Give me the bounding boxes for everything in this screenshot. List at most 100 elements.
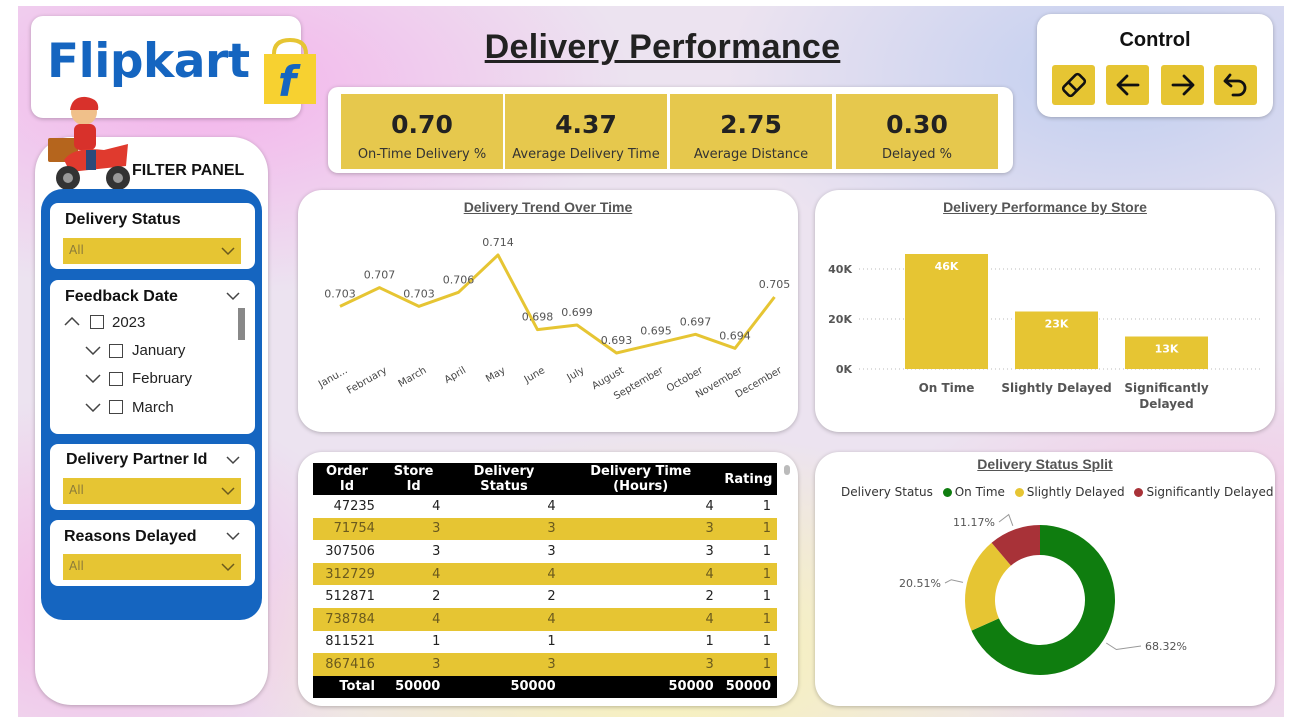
table-row[interactable]: 738784 4 4 4 1 xyxy=(313,607,777,631)
x-tick-label: February xyxy=(345,365,389,397)
reasons-delayed-filter: Reasons Delayed All xyxy=(50,520,255,586)
reset-button[interactable] xyxy=(1214,65,1257,105)
kpi-label: On-Time Delivery % xyxy=(357,147,487,162)
chevron-down-icon[interactable] xyxy=(85,345,101,355)
data-label: 0.707 xyxy=(364,269,396,282)
filter-label: Reasons Delayed xyxy=(64,528,197,545)
forward-button[interactable] xyxy=(1161,65,1204,105)
table-cell: 1 xyxy=(762,498,771,514)
kpi-label: Average Distance xyxy=(693,147,809,162)
table-cell: 4 xyxy=(561,562,720,586)
clear-filters-button[interactable] xyxy=(1052,65,1095,105)
page-title: Delivery Performance xyxy=(484,28,841,66)
table-scrollbar[interactable] xyxy=(784,465,790,475)
month-checkbox[interactable] xyxy=(109,372,123,386)
table-cell: 1 xyxy=(762,543,771,559)
bar-data-label: 23K xyxy=(1045,318,1069,331)
table-cell: 811521 xyxy=(325,634,375,650)
brand-logo-text: Flipkart xyxy=(47,34,250,89)
year-checkbox[interactable] xyxy=(90,315,104,329)
delivery-trend-card: Delivery Trend Over Time 0.703 0.707 0.703… xyxy=(298,190,798,432)
table-cell: 3 xyxy=(705,543,714,559)
total-cell: 50000 xyxy=(446,675,562,698)
table-cell: 3 xyxy=(446,517,562,541)
column-header[interactable]: Rating xyxy=(719,463,777,495)
delivery-status-dropdown[interactable]: All xyxy=(63,238,241,264)
delivery-status-filter: Delivery Status All xyxy=(50,203,255,269)
table-cell: 3 xyxy=(380,653,447,676)
donut-chart[interactable]: 68.32% 20.51% 11.17% xyxy=(815,452,1275,706)
month-checkbox[interactable] xyxy=(109,400,123,414)
shopping-bag-logo-icon: f xyxy=(264,37,316,106)
table-cell: 1 xyxy=(719,517,777,541)
table-cell: 4 xyxy=(446,562,562,586)
table-row[interactable]: 47235 4 4 4 1 xyxy=(313,495,777,518)
x-tick-label: June xyxy=(522,365,547,386)
table-cell: 2 xyxy=(547,589,556,605)
series-line xyxy=(339,253,776,355)
column-header[interactable]: Delivery Time (Hours) xyxy=(561,463,720,495)
store-performance-card: Delivery Performance by Store 0K 20K 40K 46… xyxy=(815,190,1275,432)
chevron-down-icon[interactable] xyxy=(226,291,240,301)
dropdown-value: All xyxy=(69,483,84,497)
bar-data-label: 13K xyxy=(1155,343,1179,356)
total-cell: 50000 xyxy=(719,675,777,698)
column-header[interactable]: Delivery Status xyxy=(446,463,562,495)
data-label: 0.698 xyxy=(522,311,554,324)
control-title: Control xyxy=(1119,29,1191,51)
kpi-card-avg-delivery-time: 4.37 Average Delivery Time xyxy=(505,94,667,169)
kpi-value: 0.30 xyxy=(886,110,948,139)
undo-icon xyxy=(1223,73,1246,97)
table-cell: 4 xyxy=(446,607,562,631)
table-cell: 1 xyxy=(719,607,777,631)
table-cell: 4 xyxy=(380,607,447,631)
table-cell: 307506 xyxy=(325,543,375,559)
table-cell: 4 xyxy=(380,562,447,586)
x-tick-label: March xyxy=(397,365,429,390)
slice-data-label: 68.32% xyxy=(1145,640,1187,653)
chevron-down-icon[interactable] xyxy=(226,531,240,541)
x-tick-label: Slightly Delayed xyxy=(1001,381,1111,395)
leader-line xyxy=(944,579,964,584)
table-row[interactable]: 307506 3 3 3 1 xyxy=(313,540,777,563)
chevron-down-icon[interactable] xyxy=(85,373,101,383)
slice-data-label: 20.51% xyxy=(899,577,941,590)
kpi-label: Average Delivery Time xyxy=(512,147,660,162)
table-row[interactable]: 512871 2 2 2 1 xyxy=(313,585,777,608)
bar-chart[interactable]: 0K 20K 40K 46K 23K 13K On Time Slightly Delayed… xyxy=(815,190,1275,432)
x-tick-label: Significantly xyxy=(1124,381,1209,395)
table-row[interactable]: 312729 4 4 4 1 xyxy=(313,562,777,586)
table-cell: 1 xyxy=(705,634,714,650)
month-checkbox[interactable] xyxy=(109,344,123,358)
data-label: 0.697 xyxy=(680,315,712,328)
delivery-partner-dropdown[interactable]: All xyxy=(63,478,241,504)
month-label: March xyxy=(132,399,174,416)
table-row[interactable]: 811521 1 1 1 1 xyxy=(313,631,777,654)
control-panel: Control xyxy=(1037,14,1273,117)
table-cell: 4 xyxy=(705,498,714,514)
back-button[interactable] xyxy=(1106,65,1149,105)
chevron-down-icon[interactable] xyxy=(226,455,240,465)
data-label: 0.699 xyxy=(561,306,593,319)
filter-panel-title: FILTER PANEL xyxy=(132,162,245,179)
table-cell: 4 xyxy=(432,498,441,514)
eraser-icon xyxy=(1061,72,1086,98)
column-header[interactable]: Store Id xyxy=(380,463,447,495)
table-cell: 312729 xyxy=(313,562,381,586)
line-chart[interactable]: 0.703 0.707 0.703 0.706 0.714 0.698 0.699 0.693… xyxy=(298,190,798,432)
kpi-value: 2.75 xyxy=(720,110,782,139)
delivery-scooter-mascot-icon xyxy=(48,96,130,190)
scrollbar-thumb[interactable] xyxy=(238,308,245,340)
table-cell: 3 xyxy=(432,543,441,559)
table-cell: 3 xyxy=(547,543,556,559)
orders-table[interactable]: Order Id Store Id Delivery Status Delive… xyxy=(313,463,777,698)
table-row[interactable]: 71754 3 3 3 1 xyxy=(313,517,777,541)
table-row[interactable]: 867416 3 3 3 1 xyxy=(313,653,777,676)
reasons-delayed-dropdown[interactable]: All xyxy=(63,554,241,580)
chevron-down-icon xyxy=(221,563,235,572)
column-header[interactable]: Order Id xyxy=(313,463,381,495)
x-tick-label: July xyxy=(565,365,587,384)
table-total-row: Total 50000 50000 50000 50000 xyxy=(313,675,777,698)
chevron-down-icon[interactable] xyxy=(85,402,101,412)
chevron-up-icon[interactable] xyxy=(64,317,80,327)
